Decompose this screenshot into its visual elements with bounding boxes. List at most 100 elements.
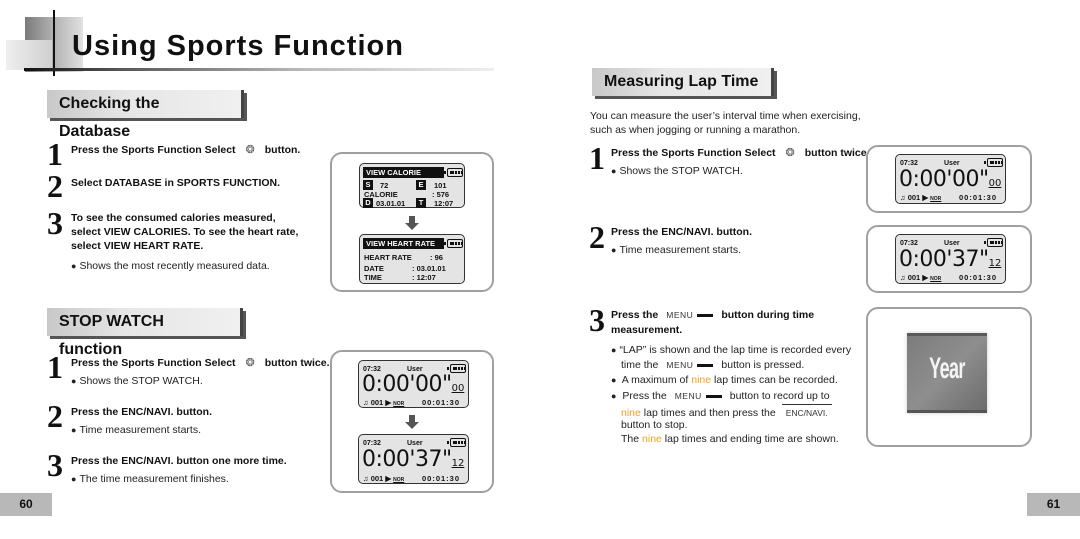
lcd-stopwatch-running: 07:32 User 0:00'37"12 ♫ 001 ▶ NOR 00:01:… <box>895 234 1006 284</box>
bullet-note: Shows the STOP WATCH. <box>71 374 202 388</box>
lcd-value: 72 <box>380 181 389 190</box>
menu-key-label: MENU <box>666 360 694 370</box>
note-line: The nine lap times and ending time are s… <box>621 433 839 445</box>
step-number: 2 <box>47 168 63 204</box>
menu-button-icon <box>705 394 722 398</box>
lcd-elapsed: 00:01:30 <box>422 474 461 483</box>
device-frame-stopwatch: 07:32 User 0:00'00"00 ♫ 001 ▶ NOR 00:01:… <box>330 350 494 493</box>
lcd-stopwatch-time: 0:00'00"00 <box>899 167 1002 192</box>
section-header-database: Checking the Database <box>47 90 244 140</box>
step-text: Press the MENU button during time <box>611 309 815 321</box>
lcd-value: 101 <box>434 181 447 190</box>
page-number-left: 60 <box>0 493 52 516</box>
battery-icon <box>984 238 1003 247</box>
arrow-down-icon <box>405 216 419 230</box>
step-text: Press the ENC/NAVI. button one more time… <box>71 455 287 467</box>
device-frame-database: VIEW CALORIE S 72 E 101 CALORIE : 576 D … <box>330 152 494 292</box>
lcd-track: ♫ 001 ▶ NOR <box>900 193 942 202</box>
lcd-track: ♫ 001 ▶ NOR <box>363 398 405 407</box>
battery-icon <box>984 158 1003 167</box>
step-text: Press the Sports Function Select ❂ button. <box>71 144 301 156</box>
lcd-label: HEART RATE <box>364 253 412 262</box>
step-text-line: select VIEW HEART RATE. <box>71 240 204 252</box>
lcd-stopwatch-time: 0:00'00"00 <box>362 372 465 397</box>
lcd-value: : 03.01.01 <box>412 264 446 273</box>
lcd-elapsed: 00:01:30 <box>422 398 461 407</box>
lcd-stopwatch-running: 07:32 User 0:00'37"12 ♫ 001 ▶ NOR 00:01:… <box>358 434 469 484</box>
step-text: Press the Sports Function Select ❂ button … <box>71 357 330 369</box>
battery-icon <box>444 168 463 177</box>
highlight-text: nine <box>642 433 662 445</box>
bullet-note: Press theMENUbutton to record up to <box>611 389 829 403</box>
bullet-note: Shows the STOP WATCH. <box>611 164 742 178</box>
music-note-icon: ♫ <box>363 474 369 483</box>
device-frame-lap-running: 07:32 User 0:00'37"12 ♫ 001 ▶ NOR 00:01:… <box>866 225 1032 293</box>
menu-key-label: MENU <box>666 310 694 320</box>
step-number: 3 <box>47 447 63 483</box>
bullet-note: Time measurement starts. <box>71 423 201 437</box>
music-note-icon: ♫ <box>900 273 906 282</box>
lcd-stopwatch-start: 07:32 User 0:00'00"00 ♫ 001 ▶ NOR 00:01:… <box>358 360 469 408</box>
music-note-icon: ♫ <box>363 398 369 407</box>
lcd-value: : 12:07 <box>412 273 436 282</box>
step-number: 1 <box>589 140 605 176</box>
lcd-label: TIME <box>364 273 382 282</box>
decor-underline <box>24 68 494 71</box>
arrow-down-icon <box>405 415 419 429</box>
lcd-stopwatch-time: 0:00'37"12 <box>362 447 465 472</box>
lcd-badge-d: D <box>363 198 373 208</box>
step-text: Select DATABASE in SPORTS FUNCTION. <box>71 177 281 189</box>
page-title: Using Sports Function <box>72 30 404 62</box>
lcd-view-calorie: VIEW CALORIE S 72 E 101 CALORIE : 576 D … <box>359 163 465 208</box>
note-line: button to stop. <box>621 419 688 431</box>
battery-icon <box>447 364 466 373</box>
step-number: 2 <box>589 219 605 255</box>
step-text-line: To see the consumed calories measured, <box>71 212 276 224</box>
section-header-lap: Measuring Lap Time <box>592 68 774 96</box>
decor-line <box>53 10 55 76</box>
decor-square <box>6 40 52 70</box>
bullet-note: Shows the most recently measured data. <box>71 259 269 273</box>
step-text: Press the Sports Function Select ❂ button … <box>611 147 870 159</box>
step-number: 2 <box>47 398 63 434</box>
lcd-stopwatch-time: 0:00'37"12 <box>899 247 1002 272</box>
lcd-track: ♫ 001 ▶ NOR <box>900 273 942 282</box>
lcd-value: 12:07 <box>434 199 454 208</box>
menu-button-icon <box>697 313 714 317</box>
lcd-title: VIEW CALORIE <box>363 167 444 178</box>
lcd-title: VIEW HEART RATE <box>363 238 444 249</box>
step-number: 1 <box>47 349 63 385</box>
runner-icon: ❂ <box>245 144 255 156</box>
page-number-right: 61 <box>1027 493 1080 516</box>
lcd-value: : 96 <box>430 253 443 262</box>
lcd-badge-t: T <box>416 198 426 208</box>
menu-button-icon <box>697 363 714 367</box>
step-text: Press the ENC/NAVI. button. <box>71 406 212 418</box>
intro-text: You can measure the user’s interval time… <box>590 110 861 122</box>
highlight-text: nine <box>691 374 712 386</box>
music-note-icon: ♫ <box>900 193 906 202</box>
lcd-badge-e: E <box>416 180 426 190</box>
intro-text: such as when jogging or running a marath… <box>590 124 801 136</box>
lcd-value: 03.01.01 <box>376 199 406 208</box>
year-image: Year <box>907 333 987 413</box>
lcd-elapsed: 00:01:30 <box>959 273 998 282</box>
step-number: 3 <box>47 205 63 241</box>
battery-icon <box>447 438 466 447</box>
step-number: 3 <box>589 302 605 338</box>
runner-icon: ❂ <box>785 147 795 159</box>
bullet-note: Time measurement starts. <box>611 243 741 257</box>
enc-navi-key-label: ENC/NAVI. <box>781 404 832 420</box>
lcd-view-heart-rate: VIEW HEART RATE HEART RATE : 96 DATE : 0… <box>359 234 465 284</box>
battery-icon <box>444 239 463 248</box>
step-number: 1 <box>47 136 63 172</box>
lcd-badge-s: S <box>363 180 373 190</box>
lcd-stopwatch-start: 07:32 User 0:00'00"00 ♫ 001 ▶ NOR 00:01:… <box>895 154 1006 204</box>
year-text: Year <box>929 352 965 385</box>
menu-key-label: MENU <box>674 391 702 401</box>
section-header-stopwatch: STOP WATCH function <box>47 308 243 358</box>
note-line: time the MENU button is pressed. <box>621 359 805 371</box>
runner-icon: ❂ <box>245 357 255 369</box>
step-text-line: select VIEW CALORIES. To see the heart r… <box>71 226 299 238</box>
lcd-track: ♫ 001 ▶ NOR <box>363 474 405 483</box>
